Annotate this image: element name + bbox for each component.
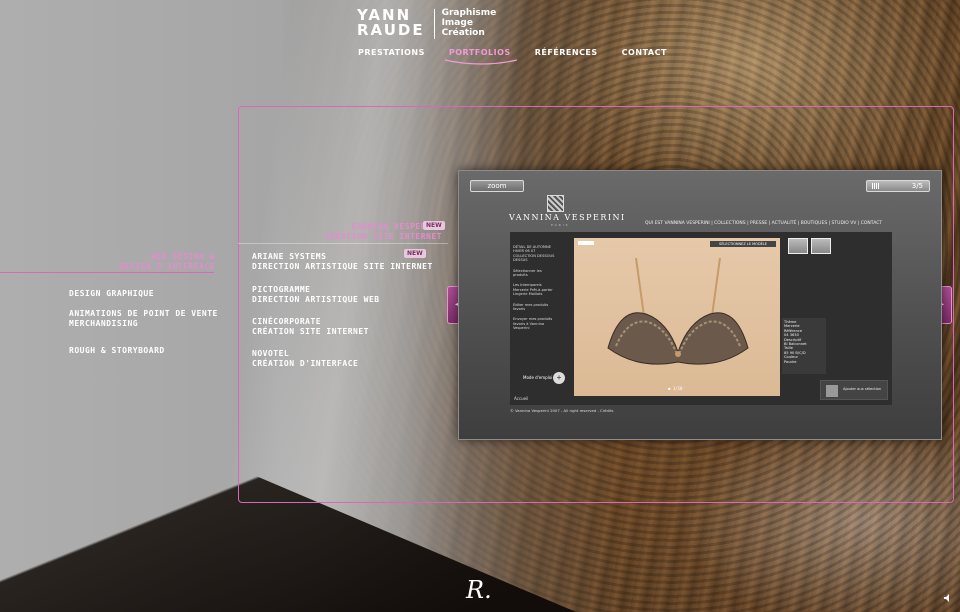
project-title: NOVOTEL — [252, 349, 290, 358]
new-badge: NEW — [423, 221, 445, 230]
category-animations[interactable]: ANIMATIONS DE POINT DE VENTE MERCHANDISI… — [69, 309, 218, 329]
brand-tag-line1: Graphisme — [441, 8, 497, 18]
project-subtitle: CRÉATION D'INTERFACE — [252, 359, 359, 368]
vv-footer: © Vannina Vesperini 2007 - All right res… — [510, 408, 614, 413]
project-subtitle: DIRECTION ARTISTIQUE SITE INTERNET — [252, 262, 433, 271]
vv-side-block: Les Intemporels Mercerie Prêt-à-porter L… — [513, 283, 553, 297]
project-preview: zoom 3/5 VANNINA VESPERINI PARIS QUI EST… — [458, 170, 942, 440]
nav-references[interactable]: RÉFÉRENCES — [535, 48, 598, 57]
project-active-subtitle: CRÉATION SITE INTERNET — [325, 232, 442, 241]
signature-logo: R. — [466, 576, 492, 604]
vv-logo-icon — [547, 195, 564, 212]
project-active-vannina[interactable]: VANNINA VESPERINI CRÉATION SITE INTERNET — [300, 222, 442, 242]
vv-product-tag — [578, 241, 594, 245]
project-pictogramme[interactable]: PICTOGRAMME DIRECTION ARTISTIQUE WEB — [252, 285, 433, 305]
category-web-line2: DESIGN D'INTERFACE — [119, 262, 215, 271]
project-list: ARIANE SYSTEMS DIRECTION ARTISTIQUE SITE… — [252, 252, 433, 379]
vv-cart-label: Ajouter aux sélection — [843, 387, 882, 391]
vv-thumbnails — [788, 238, 831, 254]
brand-name: YANN RAUDE — [357, 8, 425, 38]
bars-icon — [872, 183, 880, 189]
sound-icon[interactable] — [944, 594, 952, 602]
vv-mode-label: Mode d'emploi — [523, 375, 553, 380]
brand-tagline: Graphisme Image Création — [442, 8, 497, 38]
category-animations-line2: MERCHANDISING — [69, 319, 139, 328]
zoom-button[interactable]: zoom — [470, 180, 524, 192]
vv-logo-sub: PARIS — [551, 223, 570, 227]
brand-separator — [433, 9, 435, 39]
nav-portfolios[interactable]: PORTFOLIOS — [444, 48, 517, 65]
vv-site-nav: QUI EST VANNINA VESPERINI | COLLECTIONS … — [645, 221, 883, 226]
main-nav: PRESTATIONS PORTFOLIOS RÉFÉRENCES CONTAC… — [358, 48, 691, 65]
vv-logo-text: VANNINA VESPERINI — [509, 213, 626, 222]
active-underline-icon — [444, 59, 517, 65]
category-web-line1: WEB DESIGN & — [151, 252, 215, 261]
category-design-graphique[interactable]: DESIGN GRAPHIQUE — [69, 289, 218, 299]
category-animations-line1: ANIMATIONS DE POINT DE VENTE — [69, 309, 218, 318]
vv-sidebar: DÉTAIL DE AUTOMNE HIVER 06 07 COLLECTION… — [513, 245, 557, 337]
category-rough-storyboard[interactable]: ROUGH & STORYBOARD — [69, 346, 218, 356]
nav-portfolios-label: PORTFOLIOS — [448, 48, 511, 57]
vv-side-block: Sélectionner les produits — [513, 268, 542, 278]
vv-side-block: Éditer mes produits favoris — [513, 302, 549, 312]
vv-product-image: SÉLECTIONNEZ LE MODÈLE ● 1/10 — [574, 238, 780, 396]
project-subtitle: DIRECTION ARTISTIQUE WEB — [252, 295, 380, 304]
nav-prestations[interactable]: PRESTATIONS — [358, 48, 425, 57]
project-title: PICTOGRAMME — [252, 285, 311, 294]
vv-side-block: Envoyer mes produits favoris à Vannina V… — [513, 317, 553, 331]
project-title: CINÉCORPORATE — [252, 317, 322, 326]
project-active-title: VANNINA VESPERINI — [351, 222, 442, 231]
page-indicator-text: 3/5 — [911, 182, 923, 190]
vv-thumbnail — [811, 238, 831, 254]
vv-side-block: DÉTAIL DE AUTOMNE HIVER 06 07 COLLECTION… — [513, 245, 555, 263]
project-title: ARIANE SYSTEMS — [252, 252, 327, 261]
vv-home-link: Accueil — [514, 396, 529, 401]
brand-name-line2: RAUDE — [357, 21, 425, 39]
category-web-design-active[interactable]: WEB DESIGN & DESIGN D'INTERFACE — [119, 252, 215, 272]
category-divider — [0, 272, 214, 273]
vv-site-body: DÉTAIL DE AUTOMNE HIVER 06 07 COLLECTION… — [510, 232, 892, 405]
vv-product-spec: Thème Mercerie Référence 04 3630 Descrip… — [782, 318, 826, 374]
plus-icon: + — [553, 372, 565, 384]
brand-tag-line3: Création — [441, 28, 485, 38]
vv-spec-line: Poudre — [784, 359, 797, 364]
project-novotel[interactable]: NOVOTEL CRÉATION D'INTERFACE — [252, 349, 433, 369]
brand-logo[interactable]: YANN RAUDE Graphisme Image Création — [357, 8, 496, 39]
project-divider — [238, 243, 448, 244]
brand-tag-line2: Image — [441, 18, 473, 28]
page-indicator: 3/5 — [866, 180, 930, 192]
vv-add-selection: Ajouter aux sélection — [820, 380, 888, 400]
vv-thumbnail — [788, 238, 808, 254]
project-cinecorporate[interactable]: CINÉCORPORATE CRÉATION SITE INTERNET — [252, 317, 433, 337]
project-ariane-systems[interactable]: ARIANE SYSTEMS DIRECTION ARTISTIQUE SITE… — [252, 252, 433, 272]
vv-select-model: SÉLECTIONNEZ LE MODÈLE — [710, 241, 776, 247]
category-list: DESIGN GRAPHIQUE ANIMATIONS DE POINT DE … — [69, 289, 218, 356]
vv-image-pager: ● 1/10 — [668, 386, 683, 391]
lingerie-product-icon — [607, 258, 749, 365]
project-subtitle: CRÉATION SITE INTERNET — [252, 327, 369, 336]
cart-icon — [826, 385, 838, 397]
nav-contact[interactable]: CONTACT — [622, 48, 667, 57]
